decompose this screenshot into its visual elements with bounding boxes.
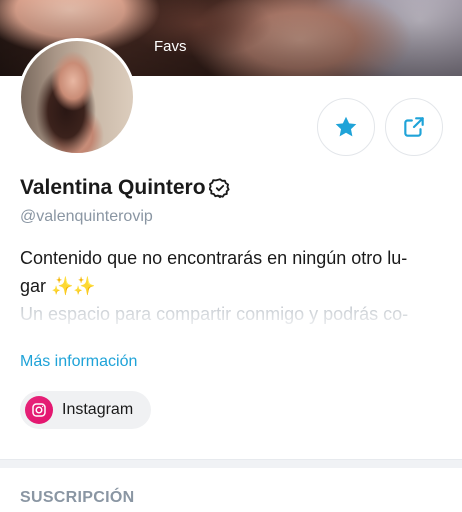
share-button[interactable]	[385, 98, 443, 156]
section-divider	[0, 459, 462, 468]
favorite-button[interactable]	[317, 98, 375, 156]
instagram-link-chip[interactable]: Instagram	[20, 391, 152, 429]
profile-name-row: Valentina Quintero	[20, 176, 231, 200]
bio-line: Contenido que no encontrarás en ningún o…	[20, 248, 408, 268]
avatar[interactable]	[18, 38, 136, 156]
star-icon	[335, 116, 357, 137]
bio-truncated-line: Un espacio para compartir conmigo y podr…	[20, 304, 409, 324]
profile-handle: @valenquinterovip	[20, 208, 153, 225]
bio-line: gar ✨✨	[20, 276, 96, 296]
share-icon	[404, 117, 424, 137]
cover-label: Favs	[154, 38, 187, 55]
subscription-section-title: SUSCRIPCIÓN	[20, 489, 135, 506]
more-info-link[interactable]: Más información	[20, 353, 137, 371]
profile-bio: Contenido que no encontrarás en ningún o…	[20, 244, 440, 300]
profile-name: Valentina Quintero	[20, 176, 206, 199]
verified-icon	[208, 177, 231, 199]
instagram-label: Instagram	[62, 401, 134, 418]
instagram-icon	[25, 396, 53, 424]
